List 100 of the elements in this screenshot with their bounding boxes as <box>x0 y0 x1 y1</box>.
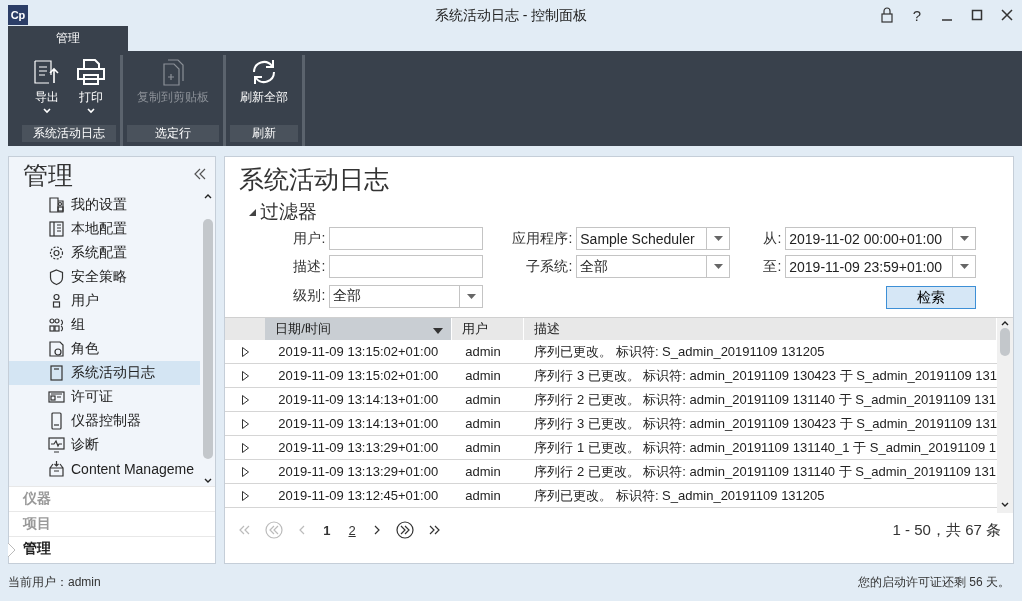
sidebar-item[interactable]: Content Manageme <box>9 457 201 481</box>
monitor-icon <box>48 436 65 454</box>
scrollbar-thumb[interactable] <box>1000 328 1010 356</box>
pager-button[interactable] <box>427 523 442 537</box>
shield-icon <box>48 268 65 286</box>
sidebar-item[interactable]: 组 <box>9 313 201 337</box>
table-cell-text: 序列已更改。 标识符: S_admin_20191109 131205 <box>533 342 826 361</box>
expand-arrow-icon[interactable] <box>241 394 249 405</box>
ribbon-group-label: 选定行 <box>127 125 219 142</box>
expand-arrow-icon[interactable] <box>241 418 249 429</box>
sidebar-item[interactable]: 系统活动日志 <box>9 361 201 385</box>
search-button[interactable]: 检索 <box>886 286 977 309</box>
pager-button[interactable] <box>395 521 414 539</box>
field-label: 从: <box>762 229 783 248</box>
table-cell-text: admin <box>464 440 502 455</box>
double-chevron-right-icon <box>427 523 442 537</box>
field-label: 用户: <box>292 229 327 248</box>
printer-icon <box>76 57 106 87</box>
column-header[interactable]: 用户 <box>452 318 525 340</box>
collapse-icon <box>193 166 208 181</box>
expand-arrow-icon[interactable] <box>241 466 249 477</box>
minimize-icon <box>941 19 953 21</box>
double-chevron-left-icon <box>237 523 252 537</box>
table-cell-text: admin <box>464 488 502 503</box>
field-label: 应用程序: <box>511 229 574 248</box>
expanded-triangle-icon <box>249 208 257 216</box>
dropdown-field[interactable]: 全部 <box>329 284 484 308</box>
sidebar-item[interactable]: 安全策略 <box>9 265 201 289</box>
page-link[interactable]: 1 <box>321 522 333 538</box>
record-count: 1 - 50，共 67 条 <box>892 520 1001 540</box>
table-cell-text: 2019-11-09 13:14:13+01:00 <box>277 392 440 407</box>
table-cell-text: 2019-11-09 13:13:29+01:00 <box>277 464 440 479</box>
expand-arrow-icon[interactable] <box>241 346 249 357</box>
sidebar-item[interactable]: 我的设置 <box>9 193 201 217</box>
field-label: 至: <box>762 257 783 276</box>
dropdown-arrow-icon <box>959 264 969 269</box>
scrollbar-thumb[interactable] <box>202 218 213 459</box>
help-button[interactable]: ? <box>902 6 932 24</box>
table-cell-text: 序列行 2 已更改。 标识符: admin_20191109 131140 于 S_admin_20191109 131 <box>533 462 997 481</box>
sidebar-item[interactable]: 仪器控制器 <box>9 409 201 433</box>
table-cell-text: 序列行 3 已更改。 标识符: admin_20191109 130423 于 S_admin_20191109 131 <box>533 414 997 433</box>
text-field[interactable] <box>329 227 484 250</box>
table-cell-text: 序列行 2 已更改。 标识符: admin_20191109 131140 于 S_admin_20191109 131 <box>533 390 997 409</box>
lock-icon <box>880 7 894 23</box>
license-notice: 您的启动许可证还剩 56 天。 <box>858 574 1010 591</box>
filter-header[interactable]: 过滤器 <box>225 199 324 225</box>
ribbon-tab[interactable]: 管理 <box>8 26 128 51</box>
sidebar-item[interactable]: 用户 <box>9 289 201 313</box>
group-icon <box>48 316 65 334</box>
dropdown-field[interactable]: 2019-11-09 23:59+01:00 <box>785 255 977 278</box>
field-label: 级别: <box>292 287 327 305</box>
sidebar-item[interactable]: 本地配置 <box>9 217 201 241</box>
dropdown-field[interactable]: 全部 <box>576 255 731 278</box>
sidebar-item[interactable]: 角色 <box>9 337 201 361</box>
table-cell-text: admin <box>464 416 502 431</box>
table-cell-text: 2019-11-09 13:12:45+01:00 <box>277 488 440 503</box>
scroll-up-icon <box>1001 321 1009 326</box>
device-icon <box>48 412 65 430</box>
user-card-icon <box>48 196 65 214</box>
dropdown-field[interactable]: 2019-11-02 00:00+01:00 <box>785 227 977 250</box>
expand-arrow-icon[interactable] <box>241 490 249 501</box>
table-cell-text: 2019-11-09 13:13:29+01:00 <box>277 440 440 455</box>
scroll-down-icon <box>1001 502 1009 507</box>
table-cell-text: admin <box>464 368 502 383</box>
page-title: 系统活动日志 <box>239 165 390 193</box>
document-icon <box>48 364 65 382</box>
close-icon <box>1001 9 1013 21</box>
ribbon-button[interactable]: 打印 <box>72 55 110 123</box>
ribbon-group-label: 刷新 <box>230 125 298 142</box>
expand-arrow-icon[interactable] <box>241 370 249 381</box>
table-cell-text: 序列行 3 已更改。 标识符: admin_20191109 130423 于 S_admin_20191109 131 <box>533 366 997 385</box>
ribbon-button[interactable]: 刷新全部 <box>236 55 292 123</box>
ribbon-group-label: 系统活动日志 <box>22 125 116 142</box>
table-cell-text: admin <box>464 344 502 359</box>
circled-double-chevron-right-icon <box>395 521 414 539</box>
scroll-down-icon <box>203 478 212 483</box>
table-cell-text: 序列行 1 已更改。 标识符: admin_20191109 131140_1 于 S_admin_20191109 1 <box>533 438 997 457</box>
card-icon <box>48 388 65 406</box>
current-user: 当前用户：admin <box>8 574 101 591</box>
panel-icon <box>48 220 65 238</box>
dropdown-field[interactable]: Sample Scheduler <box>576 227 731 250</box>
column-header[interactable]: 日期/时间 <box>265 318 453 340</box>
table-cell-text: 序列已更改。 标识符: S_admin_20191109 131205 <box>533 486 826 505</box>
sidebar-item[interactable]: 诊断 <box>9 433 201 457</box>
sidebar-item[interactable]: 系统配置 <box>9 241 201 265</box>
table-cell-text: 2019-11-09 13:15:02+01:00 <box>277 368 440 383</box>
sort-arrow-icon <box>433 327 444 334</box>
page-link[interactable]: 2 <box>346 522 358 538</box>
ribbon-button[interactable]: 导出 <box>28 55 66 123</box>
expand-arrow-icon[interactable] <box>241 442 249 453</box>
circled-double-chevron-left-icon <box>265 521 284 539</box>
window-title: 系统活动日志 - 控制面板 <box>434 7 588 23</box>
sidebar-title: 管理 <box>23 159 73 191</box>
dropdown-arrow-icon <box>713 264 723 269</box>
sidebar-item[interactable]: 许可证 <box>9 385 201 409</box>
table-cell-text: admin <box>464 392 502 407</box>
dropdown-arrow-icon <box>713 236 723 241</box>
scroll-up-icon <box>203 194 212 199</box>
text-field[interactable] <box>329 255 484 278</box>
maximize-icon <box>971 9 983 21</box>
